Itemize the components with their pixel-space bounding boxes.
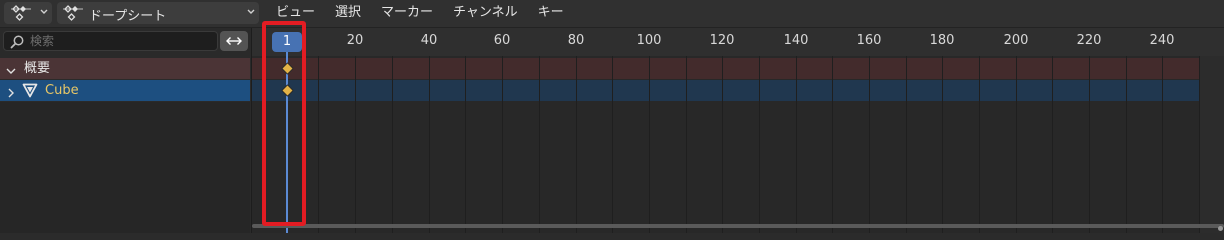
- frame-grid: [252, 56, 1224, 233]
- menu-channel[interactable]: チャンネル: [443, 0, 528, 27]
- grid-line: [796, 56, 797, 233]
- swap-arrows-icon: [224, 32, 244, 51]
- grid-line: [759, 56, 760, 233]
- channel-label-cube: Cube: [45, 83, 79, 98]
- grid-line: [1089, 56, 1090, 233]
- channel-row-summary[interactable]: 概要: [0, 58, 250, 79]
- dopesheet-icon: [10, 4, 32, 22]
- grid-line: [355, 56, 356, 233]
- grid-line: [1052, 56, 1053, 233]
- menu-marker[interactable]: マーカー: [371, 0, 443, 27]
- tick-label: 60: [493, 33, 511, 48]
- editor-header: ドープシート ビュー 選択 マーカー チャンネル キー: [0, 0, 1224, 28]
- mode-select[interactable]: ドープシート: [57, 2, 259, 24]
- grid-line: [576, 56, 577, 233]
- tick-label: 120: [709, 33, 735, 48]
- grid-line: [869, 56, 870, 233]
- frame-ruler[interactable]: 20 40 60 80 100 120 140 160 180 200 220 …: [252, 28, 1224, 56]
- chevron-down-icon: [39, 6, 49, 18]
- grid-line: [906, 56, 907, 233]
- search-field[interactable]: [3, 31, 218, 51]
- menu-select[interactable]: 選択: [325, 0, 371, 27]
- tick-label: 100: [636, 33, 662, 48]
- grid-line: [539, 56, 540, 233]
- tick-label: 200: [1003, 33, 1029, 48]
- scroll-handle[interactable]: [1218, 226, 1223, 231]
- grid-line: [465, 56, 466, 233]
- grid-line: [612, 56, 613, 233]
- grid-line: [942, 56, 943, 233]
- annotation-highlight-box: [262, 21, 306, 226]
- search-icon: [9, 34, 25, 54]
- menu-bar: ビュー 選択 マーカー チャンネル キー: [266, 0, 574, 27]
- grid-line: [1162, 56, 1163, 233]
- tick-label: 40: [420, 33, 438, 48]
- grid-line: [649, 56, 650, 233]
- tick-label: 20: [346, 33, 364, 48]
- swap-filter-button[interactable]: [220, 31, 248, 51]
- channel-region: 概要 Cube: [0, 28, 252, 233]
- channel-row-cube[interactable]: Cube: [0, 80, 250, 101]
- channel-label-summary: 概要: [24, 61, 51, 76]
- grid-line: [1126, 56, 1127, 233]
- channel-list-empty-area: [0, 102, 250, 233]
- grid-line: [722, 56, 723, 233]
- tick-label: 80: [567, 33, 585, 48]
- vertical-scroll-area[interactable]: [1200, 56, 1224, 233]
- horizontal-scrollbar[interactable]: [252, 224, 1224, 228]
- menu-key[interactable]: キー: [528, 0, 574, 27]
- grid-line: [832, 56, 833, 233]
- search-input[interactable]: [30, 32, 210, 50]
- tick-label: 220: [1076, 33, 1102, 48]
- chevron-down-icon: [246, 6, 256, 18]
- tick-label: 240: [1149, 33, 1175, 48]
- dopesheet-timeline[interactable]: 20 40 60 80 100 120 140 160 180 200 220 …: [252, 28, 1224, 233]
- grid-line: [1016, 56, 1017, 233]
- grid-line: [318, 56, 319, 233]
- grid-line: [979, 56, 980, 233]
- tick-label: 140: [783, 33, 809, 48]
- grid-line: [429, 56, 430, 233]
- editor-type-button[interactable]: [4, 2, 52, 24]
- tick-label: 180: [929, 33, 955, 48]
- dopesheet-icon: [62, 4, 84, 22]
- grid-line: [502, 56, 503, 233]
- mode-select-label: ドープシート: [89, 9, 167, 24]
- grid-line: [392, 56, 393, 233]
- tick-label: 160: [856, 33, 882, 48]
- grid-line: [686, 56, 687, 233]
